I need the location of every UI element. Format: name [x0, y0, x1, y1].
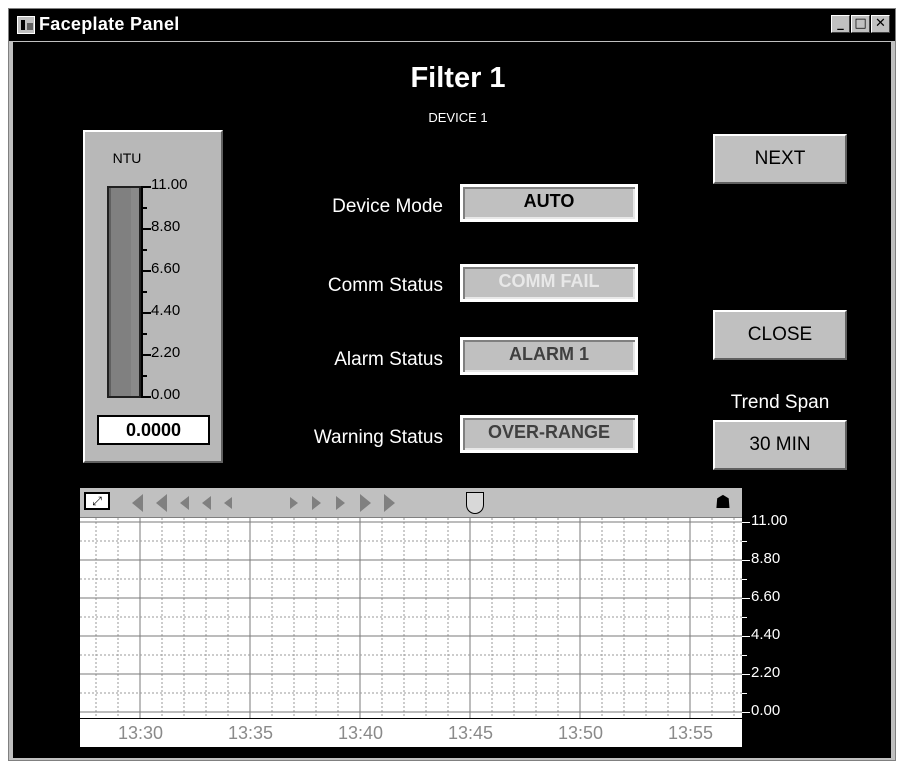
trend-plot [80, 518, 742, 718]
minimize-button[interactable]: _ [831, 15, 850, 33]
title-bar[interactable]: Faceplate Panel _ □ ✕ [9, 9, 895, 41]
comm-status-field: COMM FAIL [460, 264, 638, 302]
trend-toolbar: ⤢ ☗ [80, 488, 742, 518]
scroll-left-icon[interactable] [224, 497, 232, 509]
y-axis-tick [742, 598, 750, 599]
comm-status-label: Comm Status [327, 275, 443, 296]
gauge-minor-tick [141, 375, 147, 377]
warning-status-field: OVER-RANGE [460, 415, 638, 453]
alarm-status-field: ALARM 1 [460, 337, 638, 375]
device-mode-field: AUTO [460, 184, 638, 222]
y-axis-minor-tick [742, 541, 747, 542]
gauge-minor-tick [141, 207, 147, 209]
time-tick-label: 13:45 [448, 723, 494, 743]
y-axis-minor-tick [742, 693, 747, 694]
gauge-minor-tick [141, 291, 147, 293]
maximize-button[interactable]: □ [851, 15, 870, 33]
y-axis-tick [742, 712, 750, 713]
scroll-right-icon[interactable] [384, 494, 395, 512]
gauge-tick-label: 0.00 [151, 386, 181, 403]
scroll-right-icon[interactable] [360, 494, 371, 512]
y-axis-tick [742, 674, 750, 675]
y-axis-label: 0.00 [751, 702, 781, 719]
warning-status-label: Warning Status [313, 427, 443, 448]
time-tick-label: 13:40 [338, 723, 384, 743]
gauge-tick-label: 8.80 [151, 218, 181, 235]
gauge-tick-label: 4.40 [151, 302, 181, 319]
time-cursor-icon[interactable] [466, 492, 484, 514]
gauge-tick [141, 270, 151, 272]
chart-toggle-icon[interactable]: ⤢ [84, 492, 110, 510]
close-button[interactable]: CLOSE [713, 310, 847, 360]
gauge-minor-tick [141, 333, 147, 335]
gauge-readout: 0.0000 [97, 415, 210, 445]
scroll-left-icon[interactable] [180, 496, 189, 510]
gauge-tick [141, 354, 151, 356]
ntu-gauge: NTU 11.00 8.80 6.60 4.40 2.20 0.00 0.0000 [83, 130, 223, 463]
alarm-status-label: Alarm Status [334, 349, 443, 370]
y-axis-label: 2.20 [751, 664, 781, 681]
device-title: Filter 1 [410, 62, 506, 94]
time-tick-label: 13:55 [668, 723, 714, 743]
time-axis: 13:30 13:35 13:40 13:45 13:50 13:55 [80, 718, 742, 747]
scroll-left-icon[interactable] [202, 496, 211, 510]
gauge-tick [141, 228, 151, 230]
faceplate-panel: Filter 1 DEVICE 1 NTU 11.00 8.80 6.60 4.40 2… [13, 42, 891, 758]
gauge-unit: NTU [112, 150, 142, 166]
pin-icon[interactable]: ☗ [714, 491, 732, 513]
scroll-right-icon[interactable] [336, 496, 345, 510]
scroll-left-icon[interactable] [156, 494, 167, 512]
trend-span-button[interactable]: 30 MIN [713, 420, 847, 470]
next-button[interactable]: NEXT [713, 134, 847, 184]
gauge-tick [141, 396, 151, 398]
gauge-tick-label: 11.00 [151, 176, 188, 193]
y-axis-tick [742, 636, 750, 637]
gauge-tick-label: 6.60 [151, 260, 181, 277]
gauge-bar [107, 186, 141, 398]
gauge-tick-label: 2.20 [151, 344, 181, 361]
y-axis-label: 4.40 [751, 626, 781, 643]
y-axis-label: 11.00 [751, 512, 788, 529]
scroll-right-icon[interactable] [290, 497, 298, 509]
gauge-tick [141, 186, 151, 188]
y-axis-minor-tick [742, 655, 747, 656]
y-axis-label: 8.80 [751, 550, 781, 567]
close-window-button[interactable]: ✕ [871, 15, 890, 33]
gauge-minor-tick [141, 249, 147, 251]
time-tick-label: 13:30 [118, 723, 164, 743]
trend-span-label: Trend Span [730, 392, 830, 413]
window-title: Faceplate Panel [39, 14, 180, 34]
time-tick-label: 13:50 [558, 723, 604, 743]
y-axis-minor-tick [742, 579, 747, 580]
scroll-right-icon[interactable] [312, 496, 321, 510]
app-icon [17, 16, 35, 34]
time-tick-label: 13:35 [228, 723, 274, 743]
gauge-tick [141, 312, 151, 314]
y-axis-tick [742, 522, 750, 523]
device-mode-label: Device Mode [332, 196, 443, 217]
y-axis-minor-tick [742, 617, 747, 618]
y-axis-tick [742, 560, 750, 561]
scroll-left-icon[interactable] [132, 494, 143, 512]
device-subtitle: DEVICE 1 [428, 110, 488, 125]
faceplate-window: Faceplate Panel _ □ ✕ Filter 1 DEVICE 1 … [8, 8, 896, 761]
y-axis-label: 6.60 [751, 588, 781, 605]
